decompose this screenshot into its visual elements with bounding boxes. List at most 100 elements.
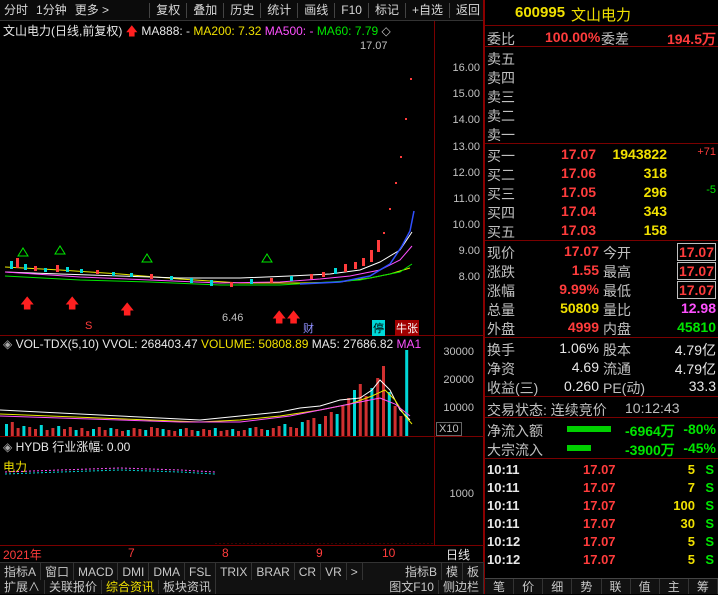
volume-bar <box>387 392 391 436</box>
divider <box>485 46 718 47</box>
add-watchlist-button[interactable]: +自选 <box>408 0 447 21</box>
info-row: 净资 4.69 流通 4.79亿 <box>487 358 718 377</box>
svg-text:🡅🡅: 🡅🡅 <box>272 309 301 325</box>
bid-label: 买三 <box>487 186 515 202</box>
side-tab[interactable]: 联 <box>602 579 631 594</box>
volume-bar <box>22 426 26 436</box>
volume-bar <box>161 429 165 436</box>
history-button[interactable]: 历史 <box>226 0 258 21</box>
tab-fsl[interactable]: FSL <box>185 563 217 581</box>
volume-bar <box>57 426 61 436</box>
flow-row: 大宗流入 -3900万 -45% <box>487 439 718 458</box>
volume-bar <box>74 430 78 436</box>
info-value: 4.79亿 <box>674 342 716 358</box>
overlay-button[interactable]: 叠加 <box>189 0 221 21</box>
month-label: 8 <box>222 546 229 560</box>
quote-value: 1.55 <box>571 262 599 278</box>
info-label: 流通 <box>603 361 631 377</box>
menu-icon[interactable]: ◈ <box>3 337 12 351</box>
toolbar-divider <box>448 2 450 18</box>
volume-bar <box>300 422 304 436</box>
volume-bar <box>242 430 246 436</box>
tick-row: 10:11 17.07 30 S <box>487 515 718 533</box>
tab-vr[interactable]: VR <box>321 563 347 581</box>
tab-board[interactable]: 板 <box>463 563 484 581</box>
divider <box>485 337 718 338</box>
quote-row: 涨幅 9.99% 最低 17.07 <box>487 280 718 299</box>
draw-line-button[interactable]: 画线 <box>300 0 332 21</box>
quote-label: 量比 <box>603 302 631 318</box>
ma1-label: MA1 <box>396 337 422 351</box>
volume-bar <box>10 422 14 436</box>
industry-chart[interactable] <box>0 460 434 544</box>
volume-bar <box>237 431 240 436</box>
volume-bar <box>202 429 206 436</box>
bid-volume: 1943822 <box>612 146 667 162</box>
tab-more[interactable]: 更多 > <box>71 0 113 21</box>
side-tab[interactable]: 势 <box>572 579 602 594</box>
tab-cr[interactable]: CR <box>295 563 322 581</box>
bid-volume: 296 <box>643 184 667 200</box>
tab-brar[interactable]: BRAR <box>252 563 295 581</box>
flow-bar <box>567 445 591 451</box>
tab-related-quotes[interactable]: 关联报价 <box>45 580 103 594</box>
restore-rights-button[interactable]: 复权 <box>152 0 184 21</box>
tab-intraday[interactable]: 分时 <box>0 0 32 21</box>
side-tab[interactable]: 筹 <box>689 579 718 594</box>
side-tab[interactable]: 细 <box>543 579 573 594</box>
year-label: 2021年 <box>3 548 42 562</box>
back-button[interactable]: 返回 <box>452 0 484 21</box>
tab-indicator-b[interactable]: 指标B <box>401 563 442 581</box>
tick-volume: 5 <box>687 462 695 477</box>
toolbar-divider <box>260 2 262 18</box>
volume-bar <box>5 424 8 436</box>
tab-general-news[interactable]: 综合资讯 <box>102 580 160 594</box>
price-tick: 8.00 <box>458 271 480 283</box>
tab-indicator-a[interactable]: 指标A <box>0 563 42 581</box>
info-label: 净资 <box>487 361 515 377</box>
side-tab[interactable]: 主 <box>660 579 689 594</box>
quote-value: 17.07 <box>563 243 599 259</box>
tab-dma[interactable]: DMA <box>149 563 186 581</box>
bid-change: -5 <box>706 184 716 196</box>
volume-bar <box>364 396 368 436</box>
tab-trix[interactable]: TRIX <box>216 563 253 581</box>
side-tab[interactable]: 值 <box>631 579 660 594</box>
bid-row: 买二 17.06 318 <box>487 164 718 183</box>
tab-1min[interactable]: 1分钟 <box>32 0 71 21</box>
volume-bar <box>132 428 136 436</box>
tab-expand[interactable]: 扩展∧ <box>0 580 46 594</box>
stock-code: 600995 <box>515 4 566 21</box>
volume-bar <box>254 427 258 436</box>
volume-bar <box>225 430 229 436</box>
menu-icon[interactable]: ◈ <box>3 440 12 454</box>
tab-more-indicators[interactable]: > <box>347 563 363 581</box>
f10-button[interactable]: F10 <box>337 0 366 21</box>
tab-macd[interactable]: MACD <box>74 563 119 581</box>
ind-legend: ◈ HYDB 行业涨幅: 0.00 <box>3 438 130 455</box>
toolbar-divider <box>186 2 188 18</box>
side-tab[interactable]: 价 <box>514 579 544 594</box>
volume-bar <box>16 428 20 436</box>
volume-bar <box>318 424 322 436</box>
volume-bar <box>196 431 200 436</box>
info-label: 收益(三) <box>487 380 539 396</box>
tab-sector-news[interactable]: 板块资讯 <box>159 580 217 594</box>
quote-label: 涨跌 <box>487 264 515 280</box>
tab-dmi[interactable]: DMI <box>118 563 150 581</box>
bid-row: 买一 17.07 1943822 +71 <box>487 145 718 164</box>
tick-row: 10:12 17.07 5 S <box>487 533 718 551</box>
tab-window[interactable]: 窗口 <box>41 563 75 581</box>
volume-chart[interactable] <box>0 350 434 436</box>
price-tick: 12.00 <box>452 167 480 179</box>
tab-f10-text[interactable]: 图文F10 <box>385 580 439 594</box>
price-tick: 9.00 <box>458 245 480 257</box>
candles <box>10 78 412 287</box>
tab-sidebar[interactable]: 侧边栏 <box>439 580 484 594</box>
statistics-button[interactable]: 统计 <box>263 0 295 21</box>
tab-template[interactable]: 模 <box>442 563 463 581</box>
candlestick-chart[interactable]: 🡅 🡅 🡅 🡅🡅 <box>0 36 434 334</box>
mark-button[interactable]: 标记 <box>371 0 403 21</box>
volume-bar <box>109 428 113 436</box>
side-tab[interactable]: 笔 <box>485 579 515 594</box>
